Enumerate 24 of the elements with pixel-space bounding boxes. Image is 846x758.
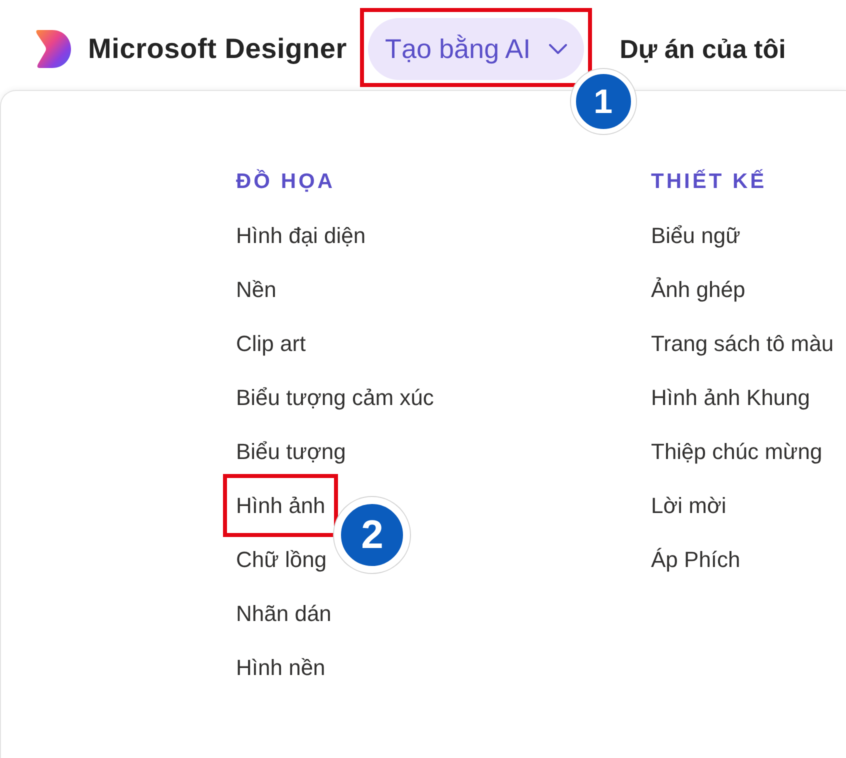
menu-item[interactable]: Lời mời [651,479,726,533]
menu-item[interactable]: Trang sách tô màu [651,317,834,371]
menu-item[interactable]: Hình ảnh Khung [651,371,810,425]
logo-icon [35,30,71,68]
menu-item[interactable]: Hình ảnh [236,479,326,533]
menu-item[interactable]: Nền [236,263,276,317]
menu-item[interactable]: Biểu tượng [236,425,346,479]
menu-item[interactable]: Nhãn dán [236,587,332,641]
step-number-badge: 2 [334,497,410,573]
menu-item[interactable]: Biểu ngữ [651,209,740,263]
menu-item[interactable]: Ảnh ghép [651,263,746,317]
nav-tab[interactable]: Tạo bằng AI [368,18,584,80]
app-title: Microsoft Designer [88,32,347,66]
menu-item[interactable]: Biểu tượng cảm xúc [236,371,434,425]
menu-item[interactable]: Áp Phích [651,533,740,587]
menu-item[interactable]: Hình đại diện [236,209,366,263]
section-heading: ĐỒ HỌA [236,168,335,196]
step-number-badge: 1 [570,69,636,134]
chevron-down-icon [548,44,567,54]
section-heading: THIẾT KẾ [651,168,767,196]
menu-item[interactable]: Thiệp chúc mừng [651,425,822,479]
menu-item[interactable]: Chữ lồng [236,533,327,587]
menu-item[interactable]: Hình nền [236,641,326,695]
menu-item[interactable]: Clip art [236,317,306,371]
